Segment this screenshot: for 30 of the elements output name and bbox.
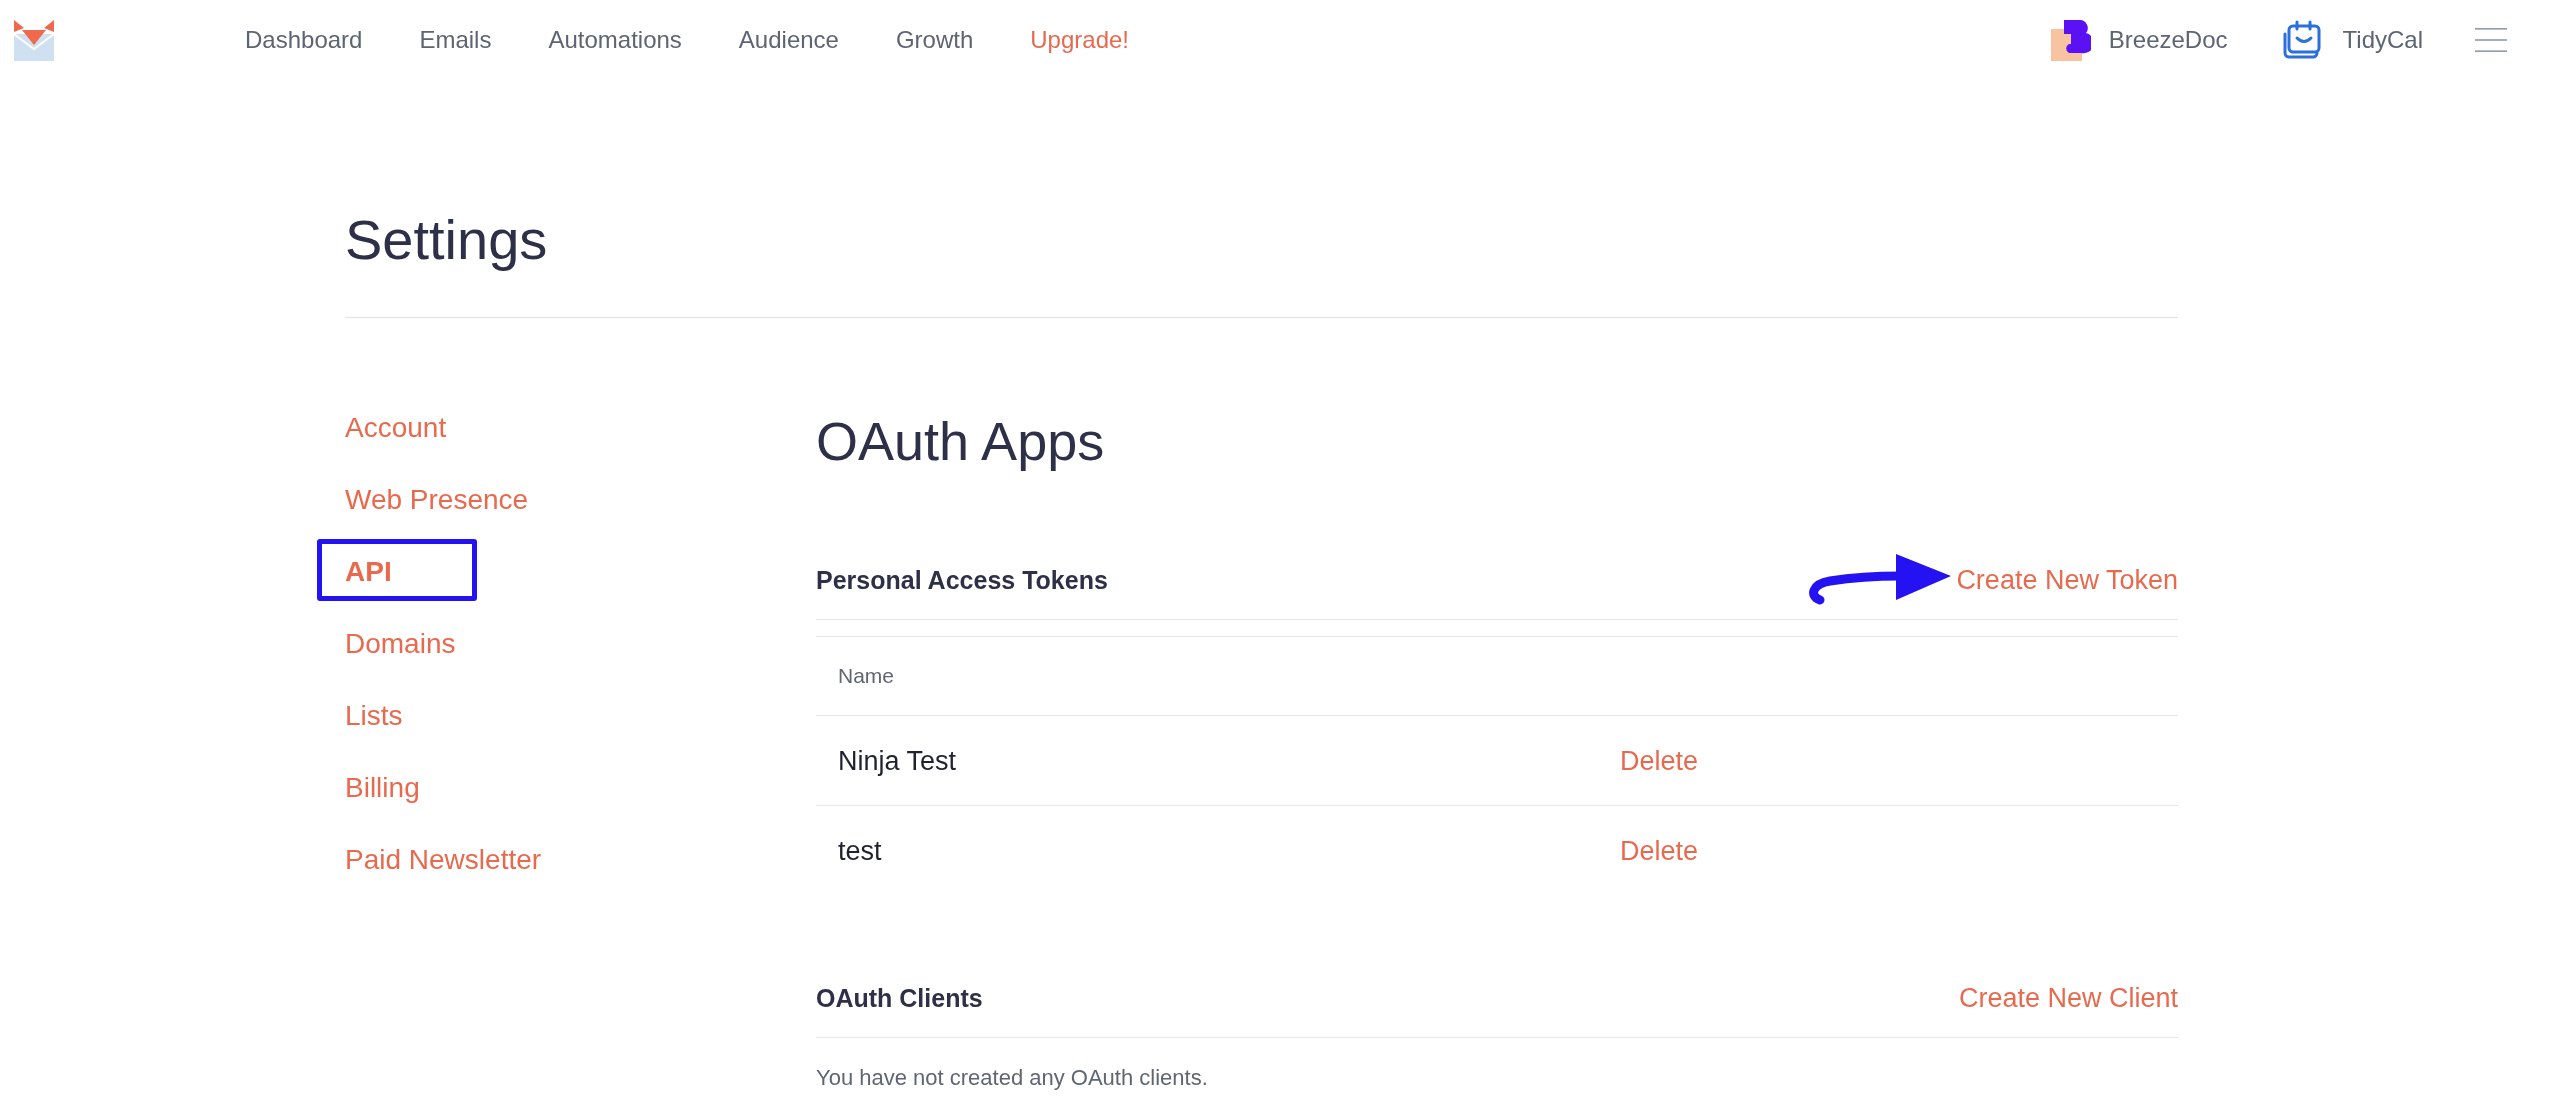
letter-b-icon	[2050, 19, 2091, 61]
nav-link[interactable]: Dashboard	[245, 25, 363, 55]
section-title: Personal Access Tokens	[816, 564, 1108, 596]
sidebar-link[interactable]: API	[345, 555, 392, 589]
create-link[interactable]: Create New Client	[1958, 980, 2178, 1015]
table-cell-text: test	[837, 834, 882, 868]
nav-link[interactable]: Automations	[548, 25, 682, 55]
delete-link[interactable]: Delete	[1620, 745, 1699, 776]
column-header: Name	[837, 663, 895, 689]
sidebar-link[interactable]: Domains	[345, 627, 456, 661]
nav-link[interactable]: Growth	[895, 25, 974, 55]
nav-link[interactable]: Upgrade!	[1030, 25, 1129, 55]
section-title: OAuth Clients	[816, 982, 983, 1014]
app-link[interactable]: TidyCal	[2281, 20, 2423, 60]
envelope-logo-icon[interactable]	[14, 19, 54, 61]
menu-icon[interactable]	[2475, 28, 2507, 52]
nav-link[interactable]: Audience	[738, 25, 839, 55]
section-heading: OAuth Apps	[816, 410, 1105, 473]
delete-link[interactable]: Delete	[1620, 835, 1699, 866]
sidebar-link[interactable]: Lists	[345, 699, 403, 733]
sidebar-link[interactable]: Billing	[345, 771, 420, 805]
sidebar-link[interactable]: Web Presence	[345, 483, 529, 517]
sidebar-link[interactable]: Paid Newsletter	[345, 843, 542, 877]
sidebar-link[interactable]: Account	[345, 411, 447, 445]
table-cell-text: Ninja Test	[837, 744, 957, 778]
create-link[interactable]: Create New Token	[1956, 562, 2178, 597]
page-title: Settings	[345, 207, 548, 273]
empty-message: You have not created any OAuth clients.	[816, 1064, 1209, 1092]
app-link[interactable]: BreezeDoc	[2050, 19, 2228, 61]
nav-link[interactable]: Emails	[419, 25, 492, 55]
